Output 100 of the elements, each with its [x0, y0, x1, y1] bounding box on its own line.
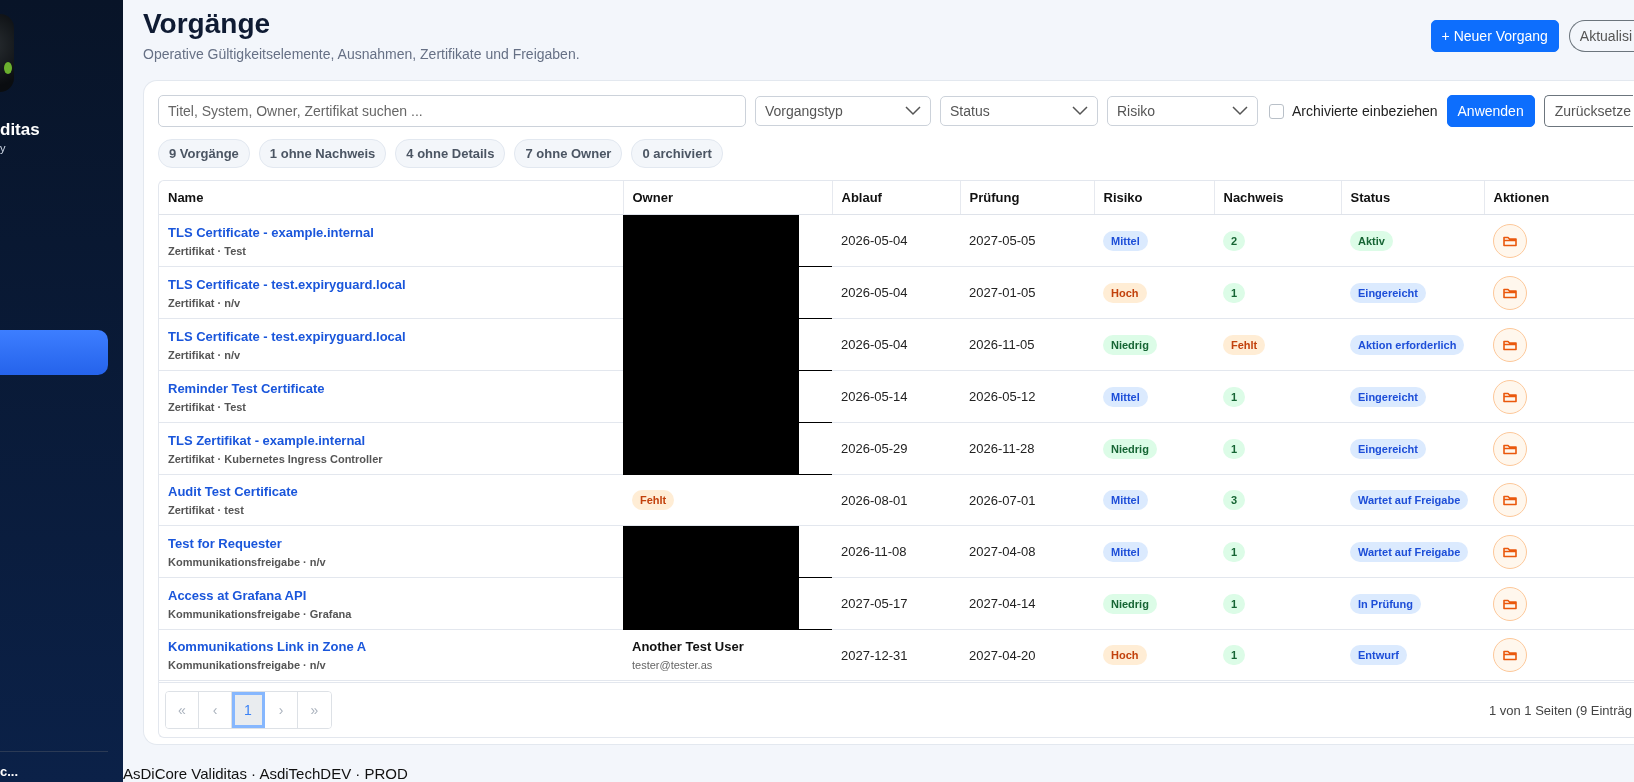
status-badge: Wartet auf Freigabe — [1350, 490, 1469, 510]
review-date: 2026-05-12 — [969, 389, 1036, 404]
record-link[interactable]: Reminder Test Certificate — [168, 380, 325, 396]
column-header: Aktionen — [1484, 181, 1634, 215]
record-meta: Kommunikationsfreigabe · Grafana — [168, 607, 353, 620]
risk-badge: Mittel — [1103, 386, 1148, 407]
evidence-badge: 2 — [1223, 230, 1246, 251]
record-meta: Zertifikat · Kubernetes Ingress Controller — [168, 452, 384, 465]
column-header: Status — [1341, 181, 1484, 215]
missing-badge: Fehlt — [632, 490, 675, 510]
app-footer: AsDiCore Validitas · AsdiTechDEV · PROD — [123, 765, 1634, 782]
folder-icon — [1503, 442, 1517, 455]
checkbox[interactable] — [1269, 103, 1284, 119]
folder-icon — [1503, 649, 1517, 661]
checkbox-label: Archivierte einbeziehen — [1292, 103, 1438, 119]
chevron-icon — [905, 106, 921, 116]
filter-select[interactable]: Risiko — [1107, 96, 1258, 126]
status-badge: Aktion erforderlich — [1350, 334, 1465, 355]
open-folder-button[interactable] — [1493, 379, 1527, 414]
record-link[interactable]: TLS Certificate - test.expiryguard.local — [168, 276, 406, 292]
status-badge: Aktiv — [1350, 230, 1393, 251]
folder-icon — [1503, 597, 1517, 610]
record-link[interactable]: Test for Requester — [168, 535, 282, 551]
review-date: 2027-05-05 — [969, 233, 1036, 248]
review-date: 2027-04-20 — [969, 647, 1036, 663]
record-link[interactable]: Access at Grafana API — [168, 587, 307, 603]
record-link[interactable]: TLS Certificate - test.expiryguard.local — [168, 328, 406, 344]
folder-icon — [1503, 545, 1517, 558]
review-date: 2027-01-05 — [969, 285, 1036, 300]
open-folder-button[interactable] — [1493, 223, 1527, 258]
open-folder-button[interactable] — [1493, 327, 1527, 362]
count-chip: 0 archiviert — [631, 139, 723, 168]
reset-button[interactable]: Zurücksetze — [1543, 95, 1633, 127]
risk-badge: Niedrig — [1103, 334, 1157, 355]
status-badge: Eingereicht — [1350, 386, 1426, 407]
user-name[interactable]: c... — [0, 764, 19, 779]
expiry-date: 2026-05-29 — [841, 441, 908, 456]
chevron-icon — [1072, 106, 1088, 116]
folder-icon — [1503, 338, 1517, 351]
record-meta: Zertifikat · test — [168, 504, 245, 516]
column-header: Nachweis — [1214, 181, 1341, 215]
record-link[interactable]: Audit Test Certificate — [168, 484, 298, 499]
folder-icon — [1503, 390, 1517, 403]
record-meta: Zertifikat · n/v — [168, 296, 242, 309]
evidence-badge: 1 — [1223, 282, 1246, 303]
owner-email: tester@tester.as — [632, 659, 714, 671]
brand-name: ditas — [0, 120, 41, 140]
folder-icon — [1503, 286, 1517, 299]
review-date: 2026-11-05 — [969, 337, 1035, 352]
column-header: Prüfung — [960, 181, 1094, 215]
evidence-badge: 1 — [1223, 386, 1246, 407]
page-button[interactable]: 1 — [232, 692, 265, 728]
brand-subtitle: y — [0, 142, 6, 154]
expiry-date: 2026-05-14 — [841, 389, 908, 404]
evidence-badge: 1 — [1223, 438, 1246, 459]
expiry-date: 2027-12-31 — [841, 647, 908, 663]
column-header: Owner — [623, 181, 832, 215]
new-button[interactable]: + Neuer Vorgang — [1430, 20, 1559, 52]
record-meta: Zertifikat · n/v — [168, 348, 242, 361]
open-folder-button[interactable] — [1493, 638, 1527, 672]
filter-select[interactable]: Vorgangstyp — [755, 96, 931, 126]
open-folder-button[interactable] — [1493, 586, 1527, 621]
page-info: 1 von 1 Seiten (9 Einträg — [1488, 702, 1632, 718]
count-chip: 7 ohne Owner — [514, 139, 623, 168]
status-badge: Eingereicht — [1350, 438, 1426, 459]
record-link[interactable]: Kommunikations Link in Zone A — [168, 639, 367, 654]
page-subtitle: Operative Gültigkeitselemente, Ausnahmen, Zertifikate und Freigaben. — [143, 46, 580, 62]
chevron-icon — [1232, 106, 1248, 116]
evidence-badge: 1 — [1223, 593, 1246, 614]
expiry-date: 2026-05-04 — [841, 337, 908, 352]
column-header: Risiko — [1094, 181, 1214, 215]
page-title: Vorgänge — [143, 8, 272, 40]
open-folder-button[interactable] — [1493, 483, 1527, 517]
evidence-badge: 1 — [1223, 645, 1246, 665]
count-chip: 4 ohne Details — [395, 139, 506, 168]
expiry-date: 2026-11-08 — [841, 544, 907, 559]
apply-button[interactable]: Anwenden — [1446, 95, 1535, 127]
status-badge: Entwurf — [1350, 645, 1407, 665]
record-link[interactable]: TLS Certificate - example.internal — [168, 224, 374, 240]
column-header: Ablauf — [832, 181, 960, 215]
record-meta: Zertifikat · Test — [168, 400, 248, 413]
record-link[interactable]: TLS Zertifikat - example.internal — [168, 432, 366, 448]
risk-badge: Hoch — [1103, 645, 1147, 665]
risk-badge: Mittel — [1103, 490, 1148, 510]
filter-select[interactable]: Status — [940, 96, 1098, 126]
status-badge: In Prüfung — [1350, 593, 1421, 614]
open-folder-button[interactable] — [1493, 275, 1527, 310]
owner-name: Another Test User — [632, 639, 745, 654]
review-date: 2027-04-14 — [969, 596, 1036, 611]
review-date: 2026-11-28 — [969, 441, 1035, 456]
folder-icon — [1503, 234, 1517, 247]
open-folder-button[interactable] — [1493, 431, 1527, 466]
risk-badge: Niedrig — [1103, 438, 1157, 459]
count-chip: 1 ohne Nachweis — [258, 139, 387, 168]
evidence-badge: 3 — [1223, 490, 1246, 510]
risk-badge: Mittel — [1103, 541, 1148, 562]
open-folder-button[interactable] — [1493, 534, 1527, 569]
record-meta: Zertifikat · Test — [168, 244, 248, 257]
expiry-date: 2027-05-17 — [841, 596, 908, 611]
search-field[interactable]: Titel, System, Owner, Zertifikat suchen ... — [158, 95, 746, 127]
